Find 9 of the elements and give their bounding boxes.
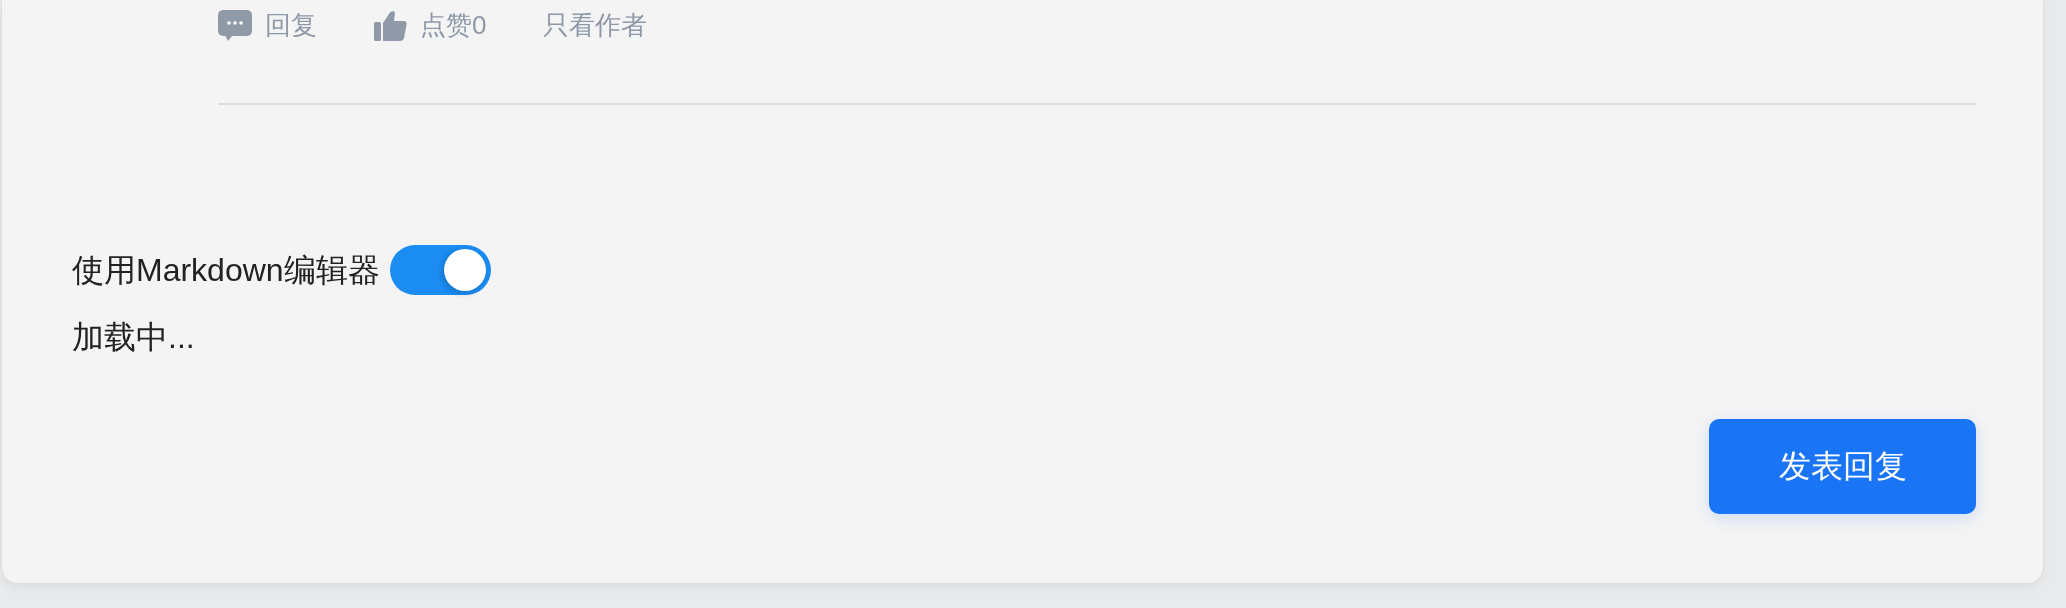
loading-text: 加载中... [72, 318, 195, 357]
submit-reply-button[interactable]: 发表回复 [1709, 419, 1976, 514]
reply-link[interactable]: 回复 [218, 8, 317, 42]
author-only-link[interactable]: 只看作者 [543, 8, 648, 42]
markdown-toggle-label: 使用Markdown编辑器 [72, 251, 380, 290]
like-button[interactable]: 点赞0 [374, 8, 487, 42]
toggle-switch[interactable] [389, 245, 491, 295]
speech-bubble-icon [218, 9, 252, 41]
thumbs-up-icon [374, 9, 407, 41]
